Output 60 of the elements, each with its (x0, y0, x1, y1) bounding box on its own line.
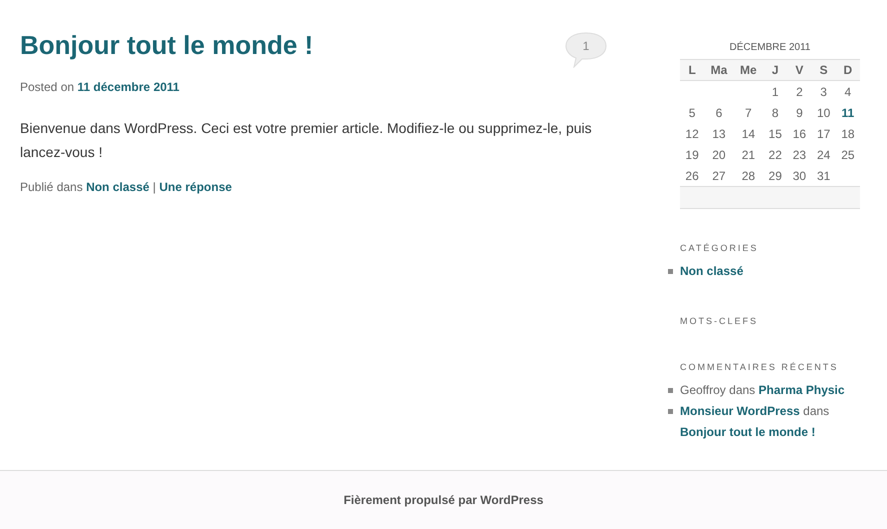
calendar-day: 8 (763, 102, 788, 123)
separator: | (152, 180, 156, 194)
recent-comment: Monsieur WordPress dans Bonjour tout le monde ! (680, 404, 830, 439)
posted-label: Posted on (20, 80, 74, 94)
calendar-day: 22 (763, 144, 788, 165)
calendar-day: 3 (812, 80, 836, 102)
category-link[interactable]: Non classé (680, 264, 744, 278)
calendar-day: 17 (812, 123, 836, 144)
category-link[interactable]: Non classé (86, 180, 150, 194)
calendar-day: 16 (787, 123, 812, 144)
calendar-day: 24 (812, 144, 836, 165)
calendar-day: 23 (787, 144, 812, 165)
calendar-day: 11 (836, 102, 860, 123)
weekday-header: J (763, 60, 788, 80)
widget-heading: CATÉGORIES (680, 243, 760, 253)
calendar-day: 14 (734, 123, 764, 144)
calendar-day: 31 (812, 165, 836, 186)
post-title[interactable]: Bonjour tout le monde ! (20, 30, 314, 60)
calendar-day: 27 (704, 165, 734, 186)
weekday-header: L (680, 60, 704, 80)
comment-author-link[interactable]: Monsieur WordPress (680, 404, 800, 418)
post-date-link[interactable]: 11 décembre 2011 (77, 80, 180, 94)
calendar-day: 9 (787, 102, 812, 123)
bullet-icon (668, 409, 673, 414)
recent-comment: Geoffroy dans Pharma Physic (680, 383, 845, 397)
calendar-caption: DÉCEMBRE 2011 (728, 42, 812, 53)
weekday-header: D (836, 60, 860, 80)
calendar-day: 26 (680, 165, 704, 186)
bullet-icon (668, 388, 673, 393)
calendar-day: 19 (680, 144, 704, 165)
published-label: Publié dans (20, 180, 83, 194)
calendar-day: 10 (812, 102, 836, 123)
comment-post-link[interactable]: Bonjour tout le monde ! (680, 425, 816, 439)
calendar-day: 5 (680, 102, 704, 123)
bullet-icon (668, 269, 673, 274)
post-body: Bienvenue dans WordPress. Ceci est votre premier article. Modifiez-le ou supprimez-le, puis lancez-vous ! (20, 119, 593, 162)
calendar-day: 15 (763, 123, 788, 144)
weekday-header: Ma (704, 60, 734, 80)
calendar-day: 21 (734, 144, 764, 165)
widget-heading: COMMENTAIRES RÉCENTS (680, 362, 840, 372)
comment-post-link[interactable]: Pharma Physic (758, 383, 845, 397)
calendar-day: 25 (836, 144, 860, 165)
replies-link[interactable]: Une réponse (159, 180, 232, 194)
calendar-day: 30 (787, 165, 812, 186)
calendar-day: 29 (763, 165, 788, 186)
calendar-day: 28 (734, 165, 764, 186)
calendar-day: 7 (734, 102, 764, 123)
weekday-header: S (812, 60, 836, 80)
weekday-header: V (787, 60, 812, 80)
calendar-day: 12 (680, 123, 704, 144)
calendar-day: 20 (704, 144, 734, 165)
calendar-day: 6 (704, 102, 734, 123)
calendar-day: 1 (763, 80, 788, 102)
calendar-day: 2 (787, 80, 812, 102)
widget-heading: MOTS-CLEFS (680, 316, 760, 326)
calendar-day: 4 (836, 80, 860, 102)
footer-credit-link[interactable]: Fièrement propulsé par WordPress (344, 493, 544, 507)
weekday-header: Me (734, 60, 764, 80)
calendar-day: 13 (704, 123, 734, 144)
calendar-day: 18 (836, 123, 860, 144)
